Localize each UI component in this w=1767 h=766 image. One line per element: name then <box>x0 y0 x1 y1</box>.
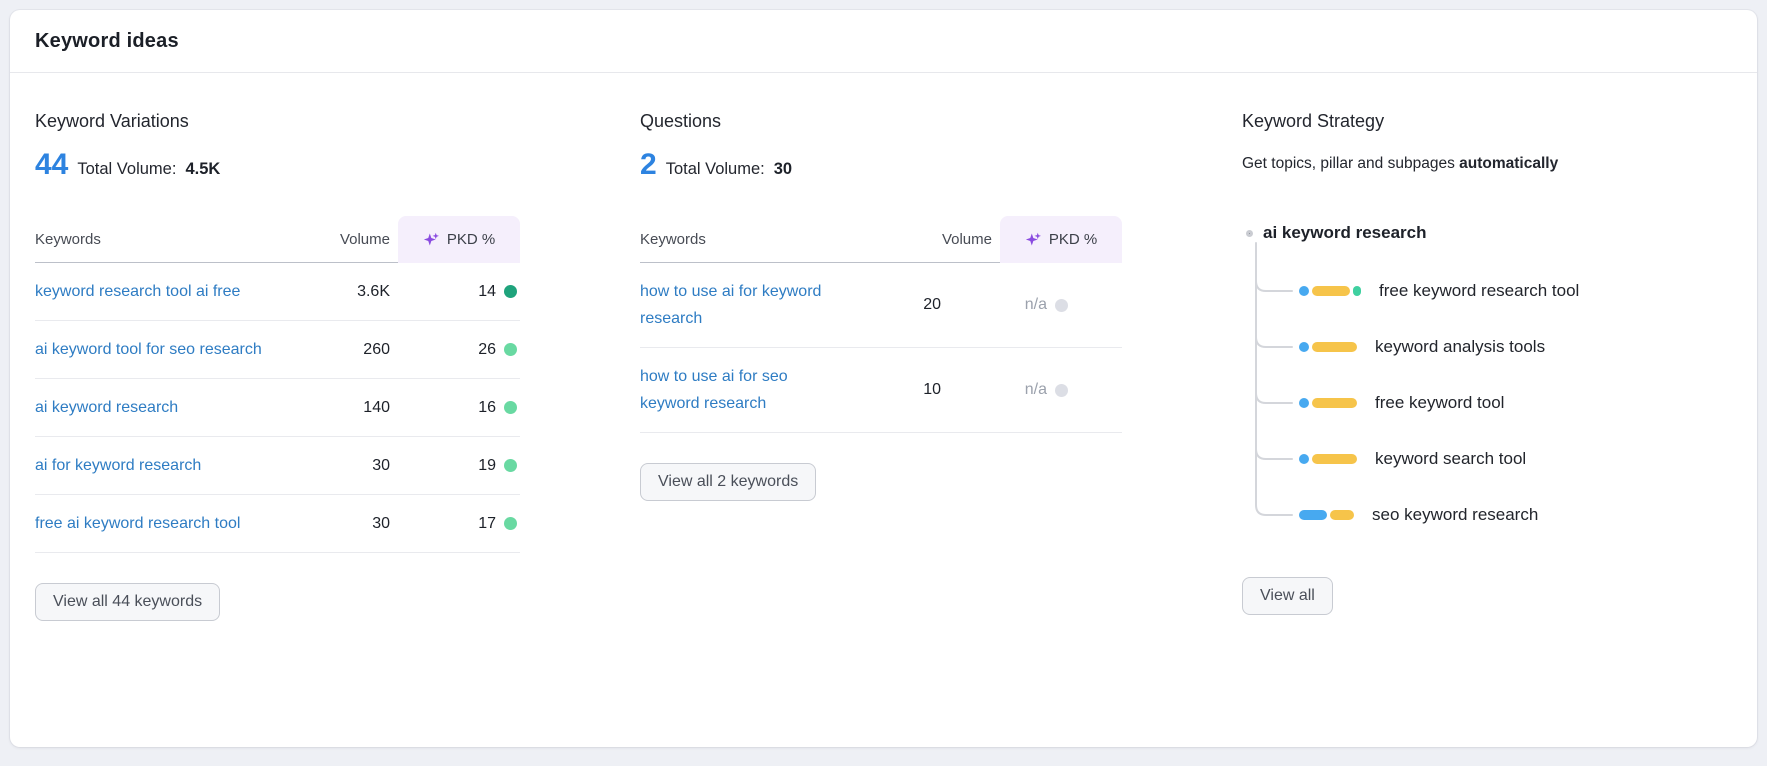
strategy-subtitle: Get topics, pillar and subpages automati… <box>1242 155 1732 173</box>
card-header: Keyword ideas <box>10 10 1757 73</box>
tree-child-node: free keyword research tool <box>1299 263 1732 319</box>
pkd-column-header[interactable]: PKD % <box>1000 215 1122 263</box>
keyword-link[interactable]: how to use ai for keyword research <box>640 278 836 332</box>
total-volume-label: Total Volume: <box>665 160 765 178</box>
pkd-dot <box>504 459 517 472</box>
pkd-cell: 16 <box>390 399 520 417</box>
tree-child-node: keyword analysis tools <box>1299 319 1732 375</box>
volume-value: 140 <box>363 398 390 416</box>
page-structure-bar-icon <box>1299 454 1357 464</box>
page-title: Keyword ideas <box>35 30 179 52</box>
page-structure-bar-icon <box>1299 286 1361 296</box>
page-structure-bar-icon <box>1299 342 1357 352</box>
ai-sparkle-icon <box>1025 232 1041 245</box>
keywords-column-header: Keywords <box>640 230 706 248</box>
tree-child-node: seo keyword research <box>1299 487 1732 543</box>
page-structure-bar-icon <box>1299 398 1357 408</box>
pkd-cell: n/a <box>941 296 1071 314</box>
table-row: how to use ai for keyword research 20 n/… <box>640 263 1122 348</box>
keyword-link[interactable]: ai keyword research <box>35 394 285 421</box>
tree-child-node: keyword search tool <box>1299 431 1732 487</box>
variations-count: 44 <box>35 148 69 181</box>
table-row: how to use ai for seo keyword research 1… <box>640 348 1122 433</box>
pkd-value: 19 <box>478 456 496 474</box>
keyword-variations-section: Keyword Variations 44 Total Volume: 4.5K… <box>35 111 520 621</box>
questions-count: 2 <box>640 148 657 181</box>
child-keyword: keyword search tool <box>1375 449 1527 468</box>
strategy-subtitle-bold: automatically <box>1459 155 1559 172</box>
pkd-dot <box>504 285 517 298</box>
variations-stat: 44 Total Volume: 4.5K <box>35 148 520 182</box>
total-volume-value: 30 <box>773 160 793 178</box>
pkd-dot <box>1055 298 1068 312</box>
volume-value: 30 <box>372 514 390 532</box>
table-row: ai keyword tool for seo research 260 26 <box>35 321 520 379</box>
keyword-strategy-section: Keyword Strategy Get topics, pillar and … <box>1242 111 1732 621</box>
pkd-cell: n/a <box>941 381 1071 399</box>
root-keyword: ai keyword research <box>1263 223 1427 242</box>
keyword-link[interactable]: free ai keyword research tool <box>35 510 285 537</box>
pkd-value: 14 <box>478 282 496 300</box>
strategy-tree: ai keyword research free keyword researc… <box>1242 219 1732 543</box>
total-volume-value: 4.5K <box>185 160 221 178</box>
pkd-dot <box>504 401 517 414</box>
keyword-link[interactable]: ai for keyword research <box>35 452 285 479</box>
root-node-icon <box>1246 229 1253 237</box>
pkd-dot <box>1055 383 1068 397</box>
keyword-link[interactable]: how to use ai for seo keyword research <box>640 363 836 417</box>
view-all-variations-button[interactable]: View all 44 keywords <box>35 583 221 621</box>
strategy-subtitle-text: Get topics, pillar and subpages <box>1242 155 1460 172</box>
pkd-header-label: PKD % <box>1048 230 1098 248</box>
questions-section: Questions 2 Total Volume: 30 Keywords Vo… <box>640 111 1122 621</box>
child-keyword: keyword analysis tools <box>1375 337 1546 356</box>
variations-table-header: Keywords Volume PKD % <box>35 215 520 263</box>
keywords-column-header: Keywords <box>35 230 101 248</box>
tree-children: free keyword research tool keyword analy… <box>1299 263 1732 543</box>
table-row: ai for keyword research 30 19 <box>35 437 520 495</box>
tree-root-node: ai keyword research <box>1242 219 1732 247</box>
pkd-dot <box>504 517 517 530</box>
pkd-column-header[interactable]: PKD % <box>398 215 520 263</box>
questions-stat: 2 Total Volume: 30 <box>640 148 1122 182</box>
pkd-value: n/a <box>1024 296 1047 313</box>
ai-sparkle-icon <box>423 232 439 245</box>
child-keyword: free keyword tool <box>1375 393 1505 412</box>
volume-column-header: Volume <box>941 230 992 248</box>
section-title-variations: Keyword Variations <box>35 111 189 131</box>
total-volume-label: Total Volume: <box>77 160 177 178</box>
volume-value: 30 <box>372 456 390 474</box>
child-keyword: seo keyword research <box>1372 505 1539 524</box>
section-title-strategy: Keyword Strategy <box>1242 111 1385 131</box>
pkd-value: 17 <box>478 514 496 532</box>
tree-child-node: free keyword tool <box>1299 375 1732 431</box>
pkd-cell: 19 <box>390 457 520 475</box>
view-all-questions-button[interactable]: View all 2 keywords <box>640 463 817 501</box>
section-title-questions: Questions <box>640 111 722 131</box>
pkd-cell: 17 <box>390 515 520 533</box>
page-structure-bar-icon <box>1299 510 1354 520</box>
table-row: keyword research tool ai free 3.6K 14 <box>35 263 520 321</box>
view-all-strategy-button[interactable]: View all <box>1242 577 1333 615</box>
card-content: Keyword Variations 44 Total Volume: 4.5K… <box>10 73 1757 621</box>
pkd-value: 26 <box>478 340 496 358</box>
pkd-cell: 26 <box>390 341 520 359</box>
questions-table-header: Keywords Volume PKD % <box>640 215 1122 263</box>
keyword-link[interactable]: keyword research tool ai free <box>35 278 285 305</box>
volume-value: 20 <box>923 296 941 313</box>
volume-value: 3.6K <box>357 282 390 300</box>
volume-column-header: Volume <box>339 230 390 248</box>
table-row: ai keyword research 140 16 <box>35 379 520 437</box>
pkd-dot <box>504 343 517 356</box>
volume-value: 10 <box>923 381 941 398</box>
keyword-link[interactable]: ai keyword tool for seo research <box>35 336 285 363</box>
pkd-value: 16 <box>478 398 496 416</box>
child-keyword: free keyword research tool <box>1379 281 1580 300</box>
table-row: free ai keyword research tool 30 17 <box>35 495 520 553</box>
pkd-cell: 14 <box>390 283 520 301</box>
pkd-header-label: PKD % <box>446 230 496 248</box>
pkd-value: n/a <box>1024 381 1047 398</box>
volume-value: 260 <box>363 340 390 358</box>
keyword-ideas-card: Keyword ideas Keyword Variations 44 Tota… <box>10 10 1757 747</box>
